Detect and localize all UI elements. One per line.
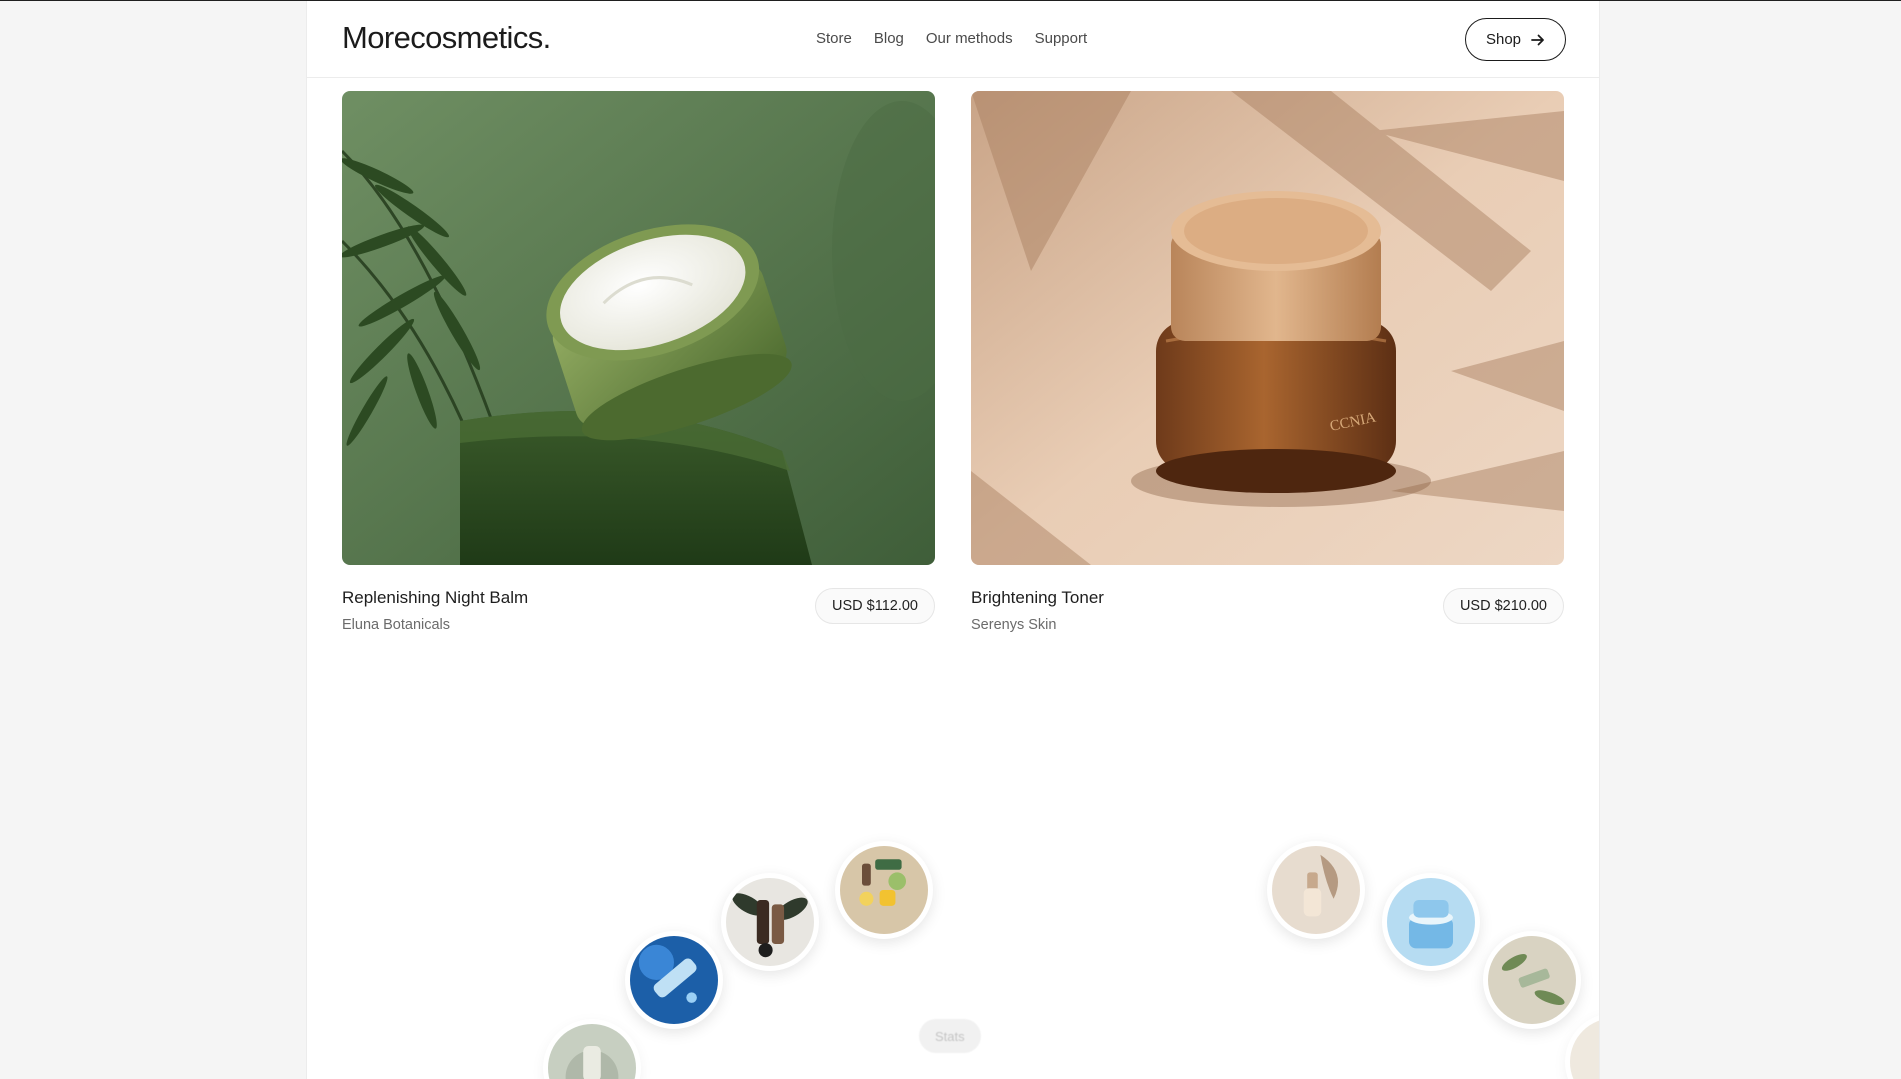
thumbnail-green-tubes[interactable] [835,841,933,939]
thumbnail-blue-tube[interactable] [625,931,723,1029]
thumbnail-foundation-dropper[interactable] [1267,841,1365,939]
nav-support[interactable]: Support [1035,30,1088,47]
nav-store[interactable]: Store [816,30,852,47]
main-nav: Store Blog Our methods Support [816,30,1087,47]
product-brand: Eluna Botanicals [342,617,451,633]
arrow-right-icon [1531,34,1544,45]
shop-button-label: Shop [1485,31,1522,48]
product-brand: Serenys Skin [971,617,1057,633]
price-badge[interactable]: USD $112.00 [815,588,935,624]
thumbnail-botanical-product[interactable] [543,1019,641,1079]
thumbnail-cream-jar[interactable] [1565,1013,1599,1079]
product-card[interactable]: Replenishing Night Balm Eluna Botanicals… [342,91,935,633]
product-image-night-balm[interactable] [342,91,935,565]
thumbnail-botanical-flatlay[interactable] [1483,931,1581,1029]
nav-blog[interactable]: Blog [874,30,904,47]
thumbnail-dark-bottles[interactable] [721,873,819,971]
logo[interactable]: Morecosmetics. [342,20,551,56]
thumbnail-blue-cream-jar[interactable] [1382,873,1480,971]
page-container: Morecosmetics. Store Blog Our methods Su… [306,1,1600,1079]
product-title[interactable]: Replenishing Night Balm [342,588,528,608]
product-card[interactable]: CCNIA Brightening Toner Serenys Skin USD… [971,91,1564,633]
stats-label: Stats [919,1019,981,1053]
price-badge[interactable]: USD $210.00 [1442,588,1564,624]
nav-our-methods[interactable]: Our methods [926,30,1013,47]
shop-button[interactable]: Shop [1465,18,1566,61]
product-title[interactable]: Brightening Toner [971,588,1104,608]
product-image-brightening-toner[interactable]: CCNIA [971,91,1564,565]
site-header: Morecosmetics. Store Blog Our methods Su… [307,1,1599,78]
